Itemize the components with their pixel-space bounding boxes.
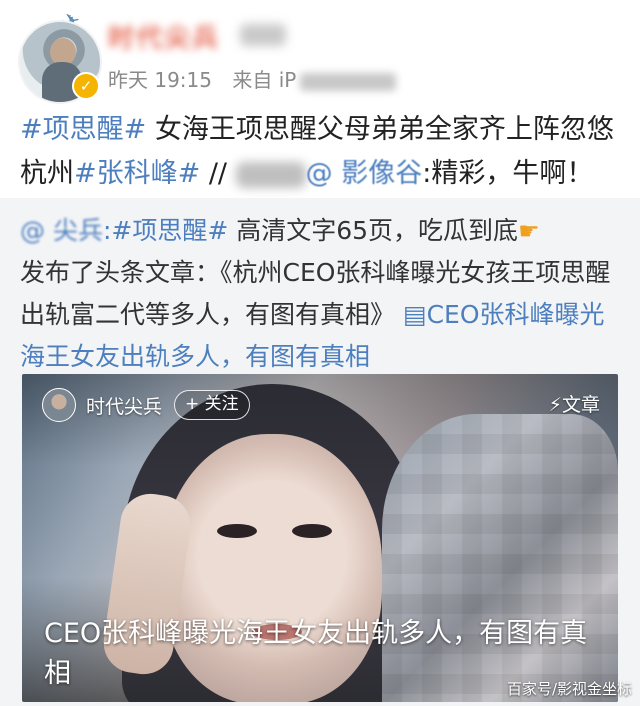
repost-author[interactable]: @ 尖兵 bbox=[20, 216, 103, 245]
card-image-eye bbox=[292, 524, 332, 538]
card-header: 时代尖兵 + 关注 bbox=[42, 388, 250, 422]
article-card[interactable]: 时代尖兵 + 关注 ⚡文章 CEO张科峰曝光海王女友出轨多人，有图有真相 bbox=[22, 374, 618, 702]
hashtag-link[interactable]: #张科峰# bbox=[74, 158, 200, 189]
post-meta: 昨天 19:15 来自 iP bbox=[108, 64, 397, 93]
card-author[interactable]: 时代尖兵 bbox=[86, 392, 162, 419]
article-label-text: 文章 bbox=[561, 394, 600, 416]
mention-blurred bbox=[235, 161, 306, 188]
hashtag-link[interactable]: #项思醒# bbox=[111, 216, 228, 245]
verified-badge-icon: ✓ bbox=[72, 72, 100, 100]
repost-text: @ 尖兵:#项思醒# 高清文字65页，吃瓜到底☛ 发布了头条文章：《杭州CEO张… bbox=[20, 210, 620, 378]
username-extra-blurred bbox=[240, 24, 286, 46]
mention-link[interactable]: @ 影像谷 bbox=[306, 158, 423, 189]
article-link-icon[interactable]: ▤ bbox=[403, 300, 427, 329]
watermark: 百家号/影视金坐标 bbox=[506, 680, 632, 698]
post-time: 昨天 19:15 bbox=[108, 68, 212, 92]
lightning-icon: ⚡ bbox=[548, 394, 562, 416]
repost-separator: // bbox=[200, 158, 228, 189]
post-source: 来自 iP bbox=[232, 68, 297, 92]
card-avatar[interactable] bbox=[42, 388, 76, 422]
source-blurred bbox=[300, 72, 397, 91]
repost-line1: 高清文字65页，吃瓜到底 bbox=[228, 216, 519, 245]
post-body-2: :精彩，牛啊！ bbox=[422, 158, 594, 189]
follow-button[interactable]: + 关注 bbox=[174, 390, 250, 420]
article-type-label: ⚡文章 bbox=[549, 390, 600, 417]
hashtag-link[interactable]: #项思醒# bbox=[20, 114, 146, 145]
pointing-hand-icon: ☛ bbox=[518, 217, 540, 245]
card-image-eye bbox=[217, 524, 257, 538]
post-text: #项思醒# 女海王项思醒父母弟弟全家齐上阵忽悠杭州#张科峰# // @ 影像谷:… bbox=[20, 108, 616, 196]
